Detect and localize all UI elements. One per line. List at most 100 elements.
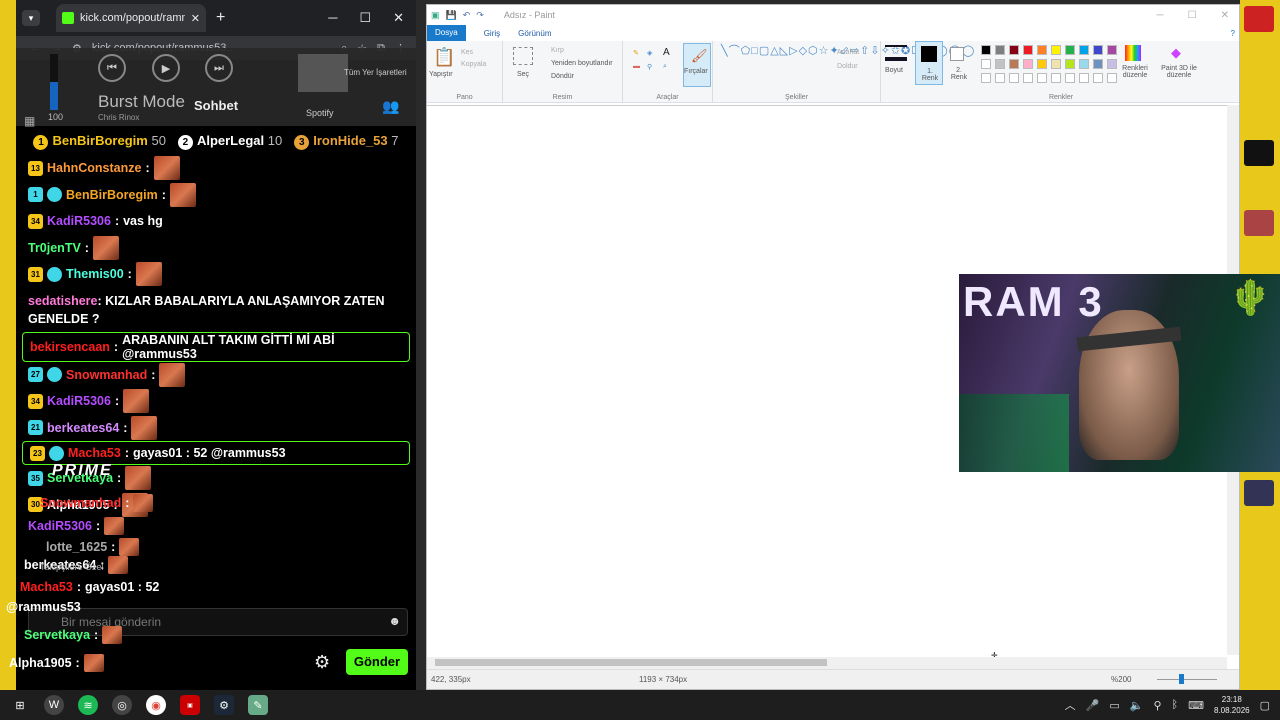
chat-message[interactable]: Tr0jenTV: [16, 235, 416, 262]
language-icon[interactable]: ⌨ [1188, 699, 1204, 712]
start-icon[interactable]: ⊞ [10, 695, 30, 715]
chat-message[interactable]: 21 berkeates64: [16, 415, 416, 442]
color-swatch[interactable] [1093, 59, 1103, 69]
chat-username[interactable]: HahnConstanze [47, 161, 141, 175]
previous-track-icon[interactable]: ⏮ [98, 54, 126, 82]
chat-username[interactable]: berkeates64 [47, 421, 119, 435]
crop-label[interactable]: Kırp [551, 47, 564, 54]
color-swatch[interactable] [1051, 59, 1061, 69]
users-icon[interactable]: 👥 [382, 98, 399, 115]
chat-message[interactable]: 27 Snowmanhad: [16, 362, 416, 389]
empty-swatch[interactable] [995, 73, 1005, 83]
color-swatch[interactable] [1009, 45, 1019, 55]
copy-label[interactable]: Kopyala [461, 61, 486, 68]
send-button[interactable]: Gönder [346, 649, 408, 675]
color-swatch[interactable] [1107, 45, 1117, 55]
color-swatch[interactable] [1107, 59, 1117, 69]
zoom-thumb[interactable] [1179, 674, 1184, 684]
chrome-icon[interactable]: ◉ [146, 695, 166, 715]
all-bookmarks-label[interactable]: Tüm Yer İşaretleri [344, 68, 407, 77]
text-icon[interactable]: A [663, 47, 670, 58]
volume-slider[interactable] [50, 54, 58, 110]
voicemeeter-icon[interactable]: ▣ [180, 695, 200, 715]
paint-taskbar-icon[interactable]: ✎ [248, 695, 268, 715]
emoji-icon[interactable]: ☻ [388, 614, 401, 628]
save-icon[interactable]: 💾 [446, 10, 457, 21]
chat-username[interactable]: bekirsencaan [30, 340, 110, 354]
shapes-gallery-icon[interactable]: ╲⌒⬠□▢△◺▷◇⬡☆✦⬃⇨⇧⇩✧✩✪☐◯◯◯◯ [721, 45, 974, 57]
fill-icon[interactable]: ◈ [647, 49, 652, 57]
empty-swatch[interactable] [1093, 73, 1103, 83]
notification-icon[interactable]: ▢ [1260, 699, 1270, 712]
tray-chevron-icon[interactable]: ︿ [1065, 697, 1076, 713]
empty-swatch[interactable] [1009, 73, 1019, 83]
new-tab-icon[interactable]: + [216, 9, 225, 27]
chat-username[interactable]: KadiR5306 [47, 394, 111, 408]
color-swatch[interactable] [1093, 45, 1103, 55]
rotate-label[interactable]: Döndür [551, 73, 574, 80]
size-icon[interactable] [885, 45, 907, 61]
play-icon[interactable]: ▶ [152, 54, 180, 82]
spotify-icon[interactable]: ≋ [78, 695, 98, 715]
paint-minimize-icon[interactable]: ─ [1157, 10, 1164, 21]
pencil-icon[interactable]: ✎ [633, 49, 639, 57]
color-swatch[interactable] [981, 59, 991, 69]
chat-message[interactable]: bekirsencaan: ARABANIN ALT TAKIM GİTTİ M… [22, 331, 410, 362]
clock[interactable]: 23:18 8.08.2026 [1214, 694, 1250, 716]
zoom-slider[interactable] [1157, 679, 1217, 680]
empty-swatch[interactable] [1037, 73, 1047, 83]
color2-button[interactable]: 2. Renk [945, 41, 973, 85]
color-swatch[interactable] [1051, 45, 1061, 55]
desktop-icon[interactable] [1244, 480, 1274, 506]
maximize-icon[interactable]: ☐ [359, 10, 371, 26]
leaderboard-entry[interactable]: 2 AlperLegal 10 [177, 133, 282, 150]
color-swatch[interactable] [1065, 45, 1075, 55]
help-icon[interactable]: ? [1231, 29, 1235, 38]
network-icon[interactable]: ▭ [1109, 699, 1119, 712]
color-swatch[interactable] [981, 45, 991, 55]
size-label[interactable]: Boyut [885, 67, 903, 74]
empty-swatch[interactable] [1023, 73, 1033, 83]
volume-icon[interactable]: 🔈 [1130, 699, 1144, 712]
brushes-button[interactable]: 🖌 Fırçalar [683, 43, 711, 87]
bluetooth-icon[interactable]: ᛒ [1172, 699, 1179, 711]
chat-message[interactable]: 13 HahnConstanze: [16, 155, 416, 182]
leaderboard-entry[interactable]: 1 BenBirBoregim 50 [33, 133, 166, 150]
chat-username[interactable]: KadiR5306 [47, 214, 111, 228]
chat-username[interactable]: Tr0jenTV [28, 241, 81, 255]
outline-label[interactable]: Anahat [837, 49, 859, 56]
color1-button[interactable]: 1. Renk [915, 41, 943, 85]
color-swatch[interactable] [1037, 59, 1047, 69]
horizontal-scrollbar[interactable] [427, 657, 1227, 669]
color-swatch[interactable] [1079, 59, 1089, 69]
select-icon[interactable] [513, 47, 533, 65]
chat-username[interactable]: sedatishere [28, 294, 97, 308]
undo-icon[interactable]: ↶ [463, 10, 471, 21]
color-swatch[interactable] [995, 45, 1005, 55]
steam-icon[interactable]: ⚙ [214, 695, 234, 715]
empty-swatch[interactable] [981, 73, 991, 83]
chat-username[interactable]: Snowmanhad [66, 368, 147, 382]
cut-label[interactable]: Kes [461, 49, 473, 56]
discord-icon[interactable]: ◎ [112, 695, 132, 715]
paste-icon[interactable]: 📋 [433, 47, 455, 68]
color-swatch[interactable] [1079, 45, 1089, 55]
paste-label[interactable]: Yapıştır [429, 71, 453, 78]
empty-swatch[interactable] [1051, 73, 1061, 83]
leaderboard-entry[interactable]: 3 IronHide_53 7 [294, 133, 399, 150]
resize-label[interactable]: Yeniden boyutlandır [551, 60, 613, 67]
empty-swatch[interactable] [1065, 73, 1075, 83]
color-picker-icon[interactable]: ⚲ [647, 63, 652, 71]
color-swatch[interactable] [995, 59, 1005, 69]
tab-search-icon[interactable]: ▾ [22, 10, 40, 26]
eraser-icon[interactable]: ▬ [633, 63, 640, 70]
paint3d-label[interactable]: Paint 3D ile düzenle [1157, 65, 1201, 79]
edit-colors-label[interactable]: Renkleri düzenle [1119, 65, 1151, 79]
grid-icon[interactable]: ▦ [24, 114, 35, 128]
desktop-icon[interactable] [1244, 6, 1274, 32]
chat-message[interactable]: 34 KadiR5306: [16, 388, 416, 415]
color-swatch[interactable] [1065, 59, 1075, 69]
chat-username[interactable]: Themis00 [66, 267, 124, 281]
taskbar-app-icon[interactable]: W [44, 695, 64, 715]
browser-tab[interactable]: kick.com/popout/rammus53/ch ✕ [56, 4, 206, 32]
